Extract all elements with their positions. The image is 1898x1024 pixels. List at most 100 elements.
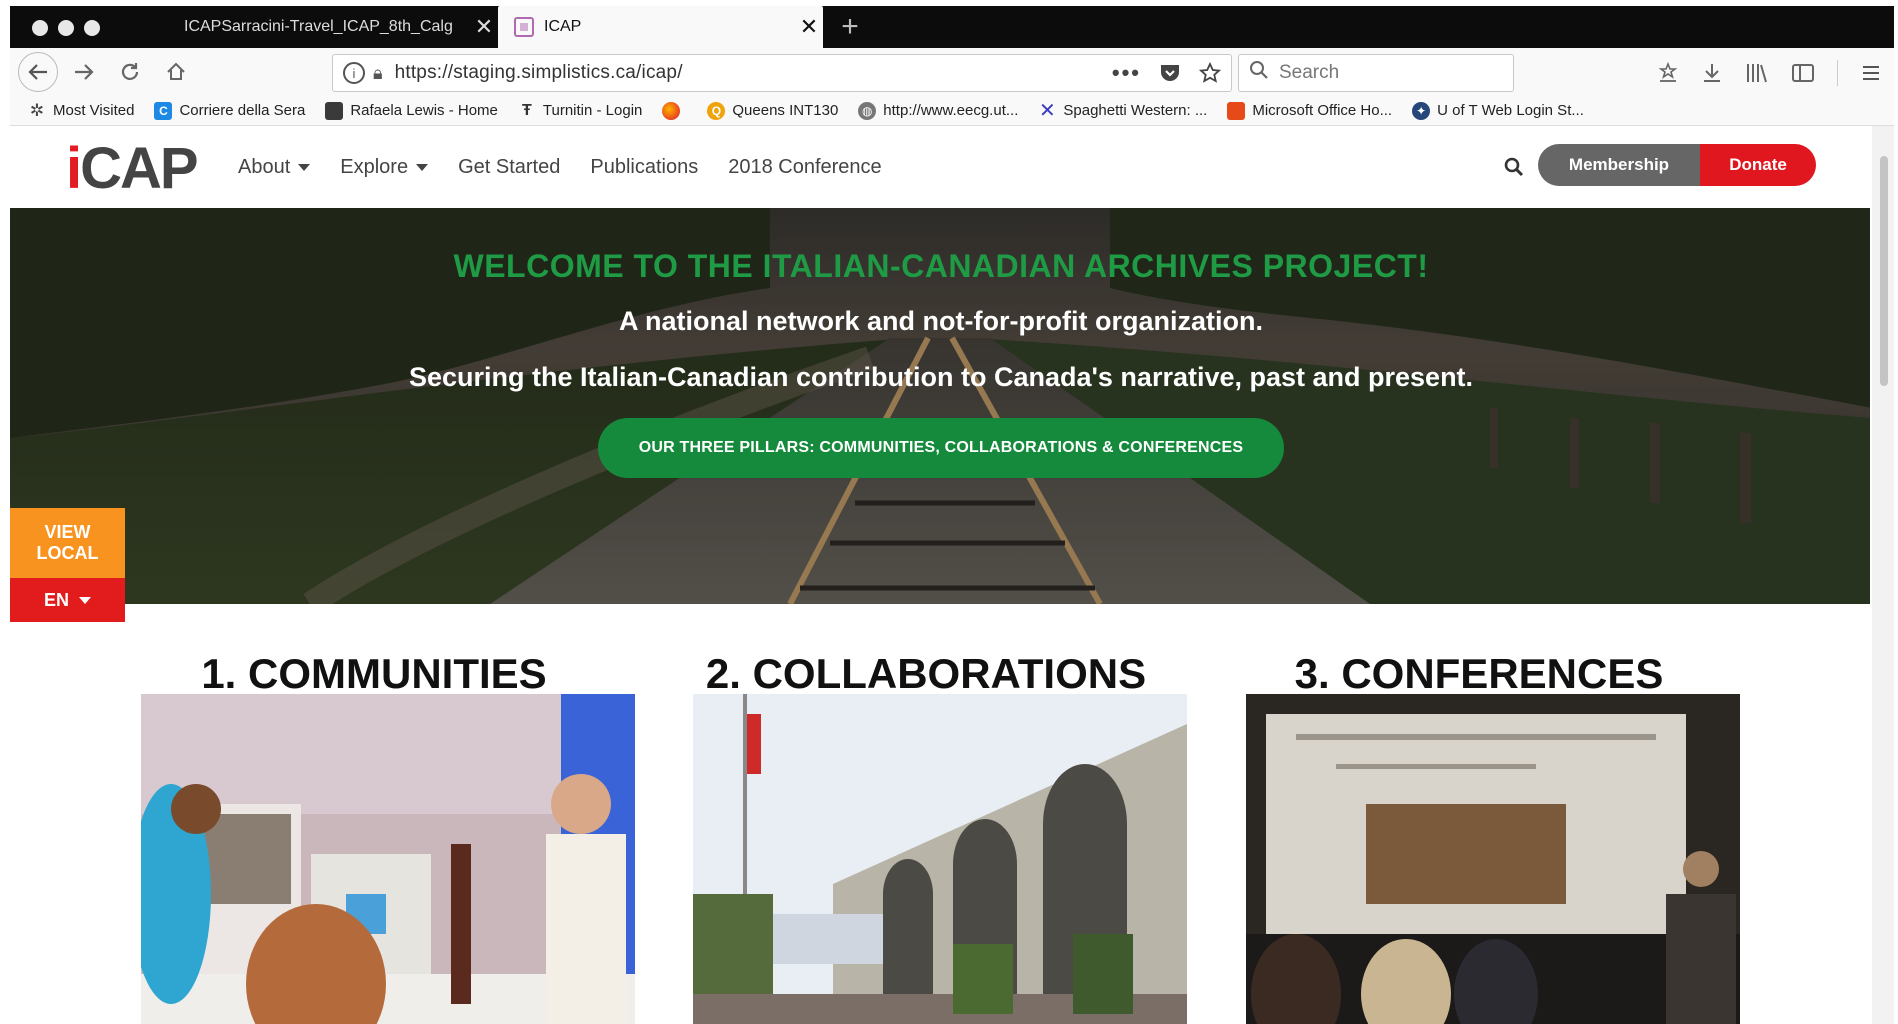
- bookmark-label: U of T Web Login St...: [1437, 102, 1584, 119]
- view-local-button[interactable]: VIEW LOCAL: [10, 508, 125, 578]
- close-tab-icon[interactable]: ✕: [470, 16, 498, 38]
- main-nav: About Explore Get Started Publications 2…: [238, 126, 882, 208]
- arrow-left-icon: [28, 64, 47, 80]
- turnitin-icon: Ŧ: [522, 101, 532, 119]
- nav-label: Explore: [340, 155, 409, 178]
- logo-text: CAP: [80, 136, 198, 201]
- bookmark-item[interactable]: Rafaela Lewis - Home: [325, 101, 498, 120]
- library-icon[interactable]: [1745, 62, 1769, 84]
- page-scrollbar[interactable]: [1872, 126, 1894, 1024]
- tab-title: ICAPSarracini-Travel_ICAP_8th_Calg: [184, 18, 453, 35]
- nav-label: Get Started: [458, 155, 561, 178]
- site-search-icon[interactable]: [1503, 156, 1525, 178]
- donate-button[interactable]: Donate: [1700, 144, 1816, 186]
- view-local-line2: LOCAL: [36, 543, 99, 563]
- search-placeholder: Search: [1279, 62, 1340, 83]
- nav-2018-conference[interactable]: 2018 Conference: [728, 156, 881, 179]
- zoom-window-button[interactable]: [84, 20, 100, 36]
- url-text[interactable]: https://staging.simplistics.ca/icap/: [395, 62, 1112, 84]
- address-bar[interactable]: i 🔒︎ https://staging.simplistics.ca/icap…: [332, 54, 1232, 92]
- language-selector[interactable]: EN: [10, 578, 125, 622]
- bookmark-item[interactable]: C Corriere della Sera: [154, 101, 306, 120]
- page-actions-icon[interactable]: •••: [1112, 60, 1141, 86]
- search-icon: [1249, 60, 1269, 86]
- nav-explore[interactable]: Explore: [340, 155, 429, 179]
- bookmark-item[interactable]: Microsoft Office Ho...: [1227, 101, 1393, 120]
- search-bar[interactable]: Search: [1238, 54, 1514, 92]
- pocket-icon[interactable]: [1159, 63, 1181, 83]
- uoft-icon: ✦: [1412, 101, 1431, 120]
- new-tab-button[interactable]: +: [833, 12, 867, 42]
- scrollbar-thumb[interactable]: [1880, 156, 1888, 386]
- bookmark-item[interactable]: ✲ Most Visited: [28, 100, 135, 120]
- back-button[interactable]: [18, 52, 58, 92]
- reload-icon: [121, 63, 139, 80]
- bookmark-label: Spaghetti Western: ...: [1063, 102, 1208, 119]
- nav-label: About: [238, 155, 291, 178]
- caret-down-icon: [79, 596, 91, 604]
- web-page: iCAP About Explore Get Started Publicati…: [10, 126, 1870, 1024]
- reload-button[interactable]: [110, 52, 150, 92]
- language-label: EN: [43, 589, 69, 610]
- three-pillars-button[interactable]: OUR THREE PILLARS: COMMUNITIES, COLLABOR…: [598, 418, 1284, 478]
- membership-button[interactable]: Membership: [1538, 144, 1700, 186]
- close-window-button[interactable]: [32, 20, 48, 36]
- sidebar-icon[interactable]: [1791, 62, 1815, 84]
- home-button[interactable]: [156, 52, 196, 92]
- bookmark-label: Microsoft Office Ho...: [1252, 102, 1393, 119]
- hamburger-menu-icon[interactable]: [1860, 63, 1882, 83]
- bookmark-item[interactable]: ✕ Spaghetti Western: ...: [1038, 100, 1208, 122]
- hero-title: WELCOME TO THE ITALIAN-CANADIAN ARCHIVES…: [453, 248, 1429, 284]
- lock-warning-icon[interactable]: 🔒︎: [373, 63, 383, 84]
- bookmark-item[interactable]: ◍ http://www.eecg.ut...: [858, 101, 1018, 120]
- toolbar-divider: [1837, 60, 1838, 86]
- nav-label: Publications: [590, 155, 699, 178]
- bookmark-item[interactable]: [662, 101, 687, 120]
- office-icon: [1227, 101, 1246, 120]
- globe-icon: ◍: [858, 101, 877, 120]
- site-logo[interactable]: iCAP: [66, 140, 199, 198]
- tab-title: ICAP: [544, 18, 582, 35]
- bookmark-item[interactable]: Ŧ Turnitin - Login: [518, 101, 643, 120]
- pillar-title-communities: 1. COMMUNITIES: [201, 650, 547, 697]
- firefox-icon: [662, 101, 681, 120]
- pillar-title-conferences: 3. CONFERENCES: [1294, 650, 1664, 697]
- hero-subtitle-2: Securing the Italian-Canadian contributi…: [408, 362, 1474, 392]
- communities-photo: [141, 694, 635, 1024]
- close-tab-icon[interactable]: ✕: [795, 16, 823, 38]
- conferences-image[interactable]: [1246, 694, 1740, 1024]
- site-header: iCAP About Explore Get Started Publicati…: [10, 126, 1870, 208]
- tab-active[interactable]: ICAP ✕: [498, 6, 823, 48]
- collaborations-image[interactable]: [693, 694, 1187, 1024]
- tab-bar: ICAPSarracini-Travel_ICAP_8th_Calg ✕ ICA…: [10, 6, 1894, 48]
- bookmark-label: Corriere della Sera: [179, 102, 306, 119]
- favicon-icon: [514, 17, 534, 37]
- queens-icon: Q: [707, 101, 726, 120]
- caret-down-icon: [416, 163, 429, 171]
- toolbar-icons: [1657, 54, 1882, 92]
- arrow-right-icon: [75, 64, 94, 80]
- bookmark-label: Turnitin - Login: [542, 102, 643, 119]
- tab-inactive[interactable]: ICAPSarracini-Travel_ICAP_8th_Calg ✕: [168, 6, 498, 48]
- nav-get-started[interactable]: Get Started: [458, 156, 560, 179]
- info-icon[interactable]: i: [343, 62, 365, 84]
- bookmark-label: Most Visited: [53, 102, 135, 119]
- bookmark-item[interactable]: ✦ U of T Web Login St...: [1412, 101, 1584, 120]
- minimize-window-button[interactable]: [58, 20, 74, 36]
- bookmark-item[interactable]: Q Queens INT130: [707, 101, 838, 120]
- pillar-title-collaborations: 2. COLLABORATIONS: [705, 650, 1147, 697]
- hero-subtitle-1: A national network and not-for-profit or…: [619, 306, 1263, 336]
- forward-button[interactable]: [64, 52, 104, 92]
- nav-about[interactable]: About: [238, 155, 311, 179]
- conferences-photo: [1246, 694, 1740, 1024]
- bookmark-star-icon[interactable]: [1199, 62, 1221, 84]
- home-icon: [167, 62, 185, 80]
- download-icon[interactable]: [1701, 62, 1723, 84]
- collaborations-photo: [693, 694, 1187, 1024]
- nav-label: 2018 Conference: [728, 155, 882, 178]
- nav-publications[interactable]: Publications: [590, 156, 698, 179]
- gear-icon: ✲: [29, 100, 45, 120]
- view-local-line1: VIEW: [44, 522, 91, 542]
- pocket-list-icon[interactable]: [1657, 62, 1679, 84]
- communities-image[interactable]: [141, 694, 635, 1024]
